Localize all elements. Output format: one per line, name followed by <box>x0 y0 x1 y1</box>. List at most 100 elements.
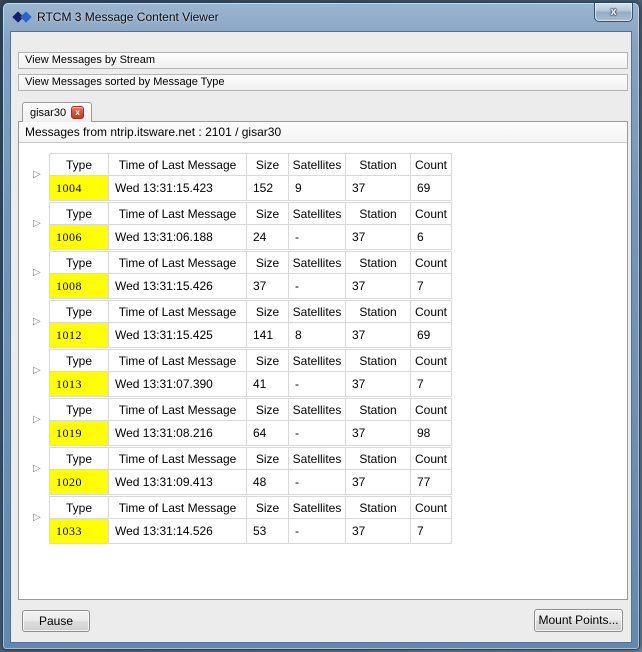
data-cell: 98 <box>410 420 452 446</box>
column-header-count[interactable]: Count <box>410 496 452 519</box>
data-cell: 53 <box>246 518 289 544</box>
column-header-type[interactable]: Type <box>49 251 109 274</box>
panel-view-by-stream[interactable]: View Messages by Stream <box>18 52 628 69</box>
column-header-time-of-last-message[interactable]: Time of Last Message <box>108 398 247 421</box>
column-header-count[interactable]: Count <box>410 300 452 323</box>
panel-view-sorted-by-type[interactable]: View Messages sorted by Message Type <box>18 74 628 91</box>
tab-close-icon[interactable]: x <box>71 106 85 119</box>
column-header-time-of-last-message[interactable]: Time of Last Message <box>108 202 247 225</box>
column-header-type[interactable]: Type <box>49 300 109 323</box>
window-close-button[interactable]: x <box>594 3 633 22</box>
message-table: Type Time of Last Message Size Satellites St… <box>49 251 452 299</box>
expander-icon[interactable]: ▷ <box>33 464 41 474</box>
data-cell: - <box>288 273 346 299</box>
column-header-satellites[interactable]: Satellites <box>288 447 346 470</box>
column-header-time-of-last-message[interactable]: Time of Last Message <box>108 153 247 176</box>
column-header-station[interactable]: Station <box>345 349 411 372</box>
column-header-size[interactable]: Size <box>246 349 289 372</box>
column-header-station[interactable]: Station <box>345 251 411 274</box>
column-header-count[interactable]: Count <box>410 447 452 470</box>
column-header-size[interactable]: Size <box>246 496 289 519</box>
column-header-count[interactable]: Count <box>410 349 452 372</box>
column-header-count[interactable]: Count <box>410 202 452 225</box>
message-block: ▷ Type Time of Last Message Size Satellites S… <box>33 300 627 348</box>
column-header-type[interactable]: Type <box>49 496 109 519</box>
column-header-size[interactable]: Size <box>246 202 289 225</box>
column-header-satellites[interactable]: Satellites <box>288 202 346 225</box>
data-cell: 8 <box>288 322 346 348</box>
column-header-type[interactable]: Type <box>49 202 109 225</box>
expander-icon[interactable]: ▷ <box>33 513 41 523</box>
message-table: Type Time of Last Message Size Satellites St… <box>49 349 452 397</box>
column-header-type[interactable]: Type <box>49 153 109 176</box>
data-cell: 37 <box>345 371 411 397</box>
column-header-time-of-last-message[interactable]: Time of Last Message <box>108 447 247 470</box>
column-header-station[interactable]: Station <box>345 496 411 519</box>
data-cell: 64 <box>246 420 289 446</box>
column-header-station[interactable]: Station <box>345 202 411 225</box>
column-header-satellites[interactable]: Satellites <box>288 496 346 519</box>
column-header-type[interactable]: Type <box>49 349 109 372</box>
message-block: ▷ Type Time of Last Message Size Satellites S… <box>33 349 627 397</box>
expander-icon[interactable]: ▷ <box>33 366 41 376</box>
app-icon <box>12 11 34 23</box>
data-cell: 69 <box>410 175 452 201</box>
expander-icon[interactable]: ▷ <box>33 415 41 425</box>
expander-icon[interactable]: ▷ <box>33 219 41 229</box>
type-cell: 1004 <box>49 175 109 201</box>
column-header-station[interactable]: Station <box>345 398 411 421</box>
data-cell: 37 <box>345 469 411 495</box>
column-header-size[interactable]: Size <box>246 251 289 274</box>
column-header-time-of-last-message[interactable]: Time of Last Message <box>108 496 247 519</box>
type-cell: 1020 <box>49 469 109 495</box>
column-header-count[interactable]: Count <box>410 398 452 421</box>
data-cell: 24 <box>246 224 289 250</box>
expander-icon[interactable]: ▷ <box>33 317 41 327</box>
expander-icon[interactable]: ▷ <box>33 170 41 180</box>
message-table: Type Time of Last Message Size Satellites St… <box>49 398 452 446</box>
column-header-time-of-last-message[interactable]: Time of Last Message <box>108 349 247 372</box>
column-header-size[interactable]: Size <box>246 153 289 176</box>
message-table: Type Time of Last Message Size Satellites St… <box>49 153 452 201</box>
data-cell: Wed 13:31:14.526 <box>108 518 247 544</box>
data-cell: 69 <box>410 322 452 348</box>
column-header-size[interactable]: Size <box>246 300 289 323</box>
message-block: ▷ Type Time of Last Message Size Satellites S… <box>33 251 627 299</box>
pause-button[interactable]: Pause <box>22 610 90 632</box>
tab-gisar30[interactable]: gisar30 x <box>22 102 93 122</box>
data-cell: Wed 13:31:09.413 <box>108 469 247 495</box>
mount-points-button[interactable]: Mount Points... <box>534 609 623 632</box>
type-cell: 1013 <box>49 371 109 397</box>
column-header-station[interactable]: Station <box>345 447 411 470</box>
data-cell: 141 <box>246 322 289 348</box>
column-header-time-of-last-message[interactable]: Time of Last Message <box>108 251 247 274</box>
type-cell: 1012 <box>49 322 109 348</box>
column-header-count[interactable]: Count <box>410 251 452 274</box>
column-header-satellites[interactable]: Satellites <box>288 300 346 323</box>
message-block: ▷ Type Time of Last Message Size Satellites S… <box>33 202 627 250</box>
column-header-satellites[interactable]: Satellites <box>288 251 346 274</box>
data-cell: 41 <box>246 371 289 397</box>
data-cell: 77 <box>410 469 452 495</box>
column-header-type[interactable]: Type <box>49 447 109 470</box>
data-cell: Wed 13:31:06.188 <box>108 224 247 250</box>
column-header-satellites[interactable]: Satellites <box>288 153 346 176</box>
column-header-satellites[interactable]: Satellites <box>288 349 346 372</box>
column-header-type[interactable]: Type <box>49 398 109 421</box>
column-header-size[interactable]: Size <box>246 447 289 470</box>
data-cell: - <box>288 518 346 544</box>
data-cell: 37 <box>345 224 411 250</box>
column-header-count[interactable]: Count <box>410 153 452 176</box>
titlebar[interactable]: RTCM 3 Message Content Viewer x <box>3 3 639 31</box>
client-area: View Messages by Stream View Messages so… <box>10 31 632 643</box>
data-cell: 6 <box>410 224 452 250</box>
data-cell: Wed 13:31:08.216 <box>108 420 247 446</box>
column-header-station[interactable]: Station <box>345 300 411 323</box>
message-table: Type Time of Last Message Size Satellites St… <box>49 300 452 348</box>
column-header-station[interactable]: Station <box>345 153 411 176</box>
expander-icon[interactable]: ▷ <box>33 268 41 278</box>
column-header-size[interactable]: Size <box>246 398 289 421</box>
column-header-time-of-last-message[interactable]: Time of Last Message <box>108 300 247 323</box>
message-table: Type Time of Last Message Size Satellites St… <box>49 496 452 544</box>
column-header-satellites[interactable]: Satellites <box>288 398 346 421</box>
